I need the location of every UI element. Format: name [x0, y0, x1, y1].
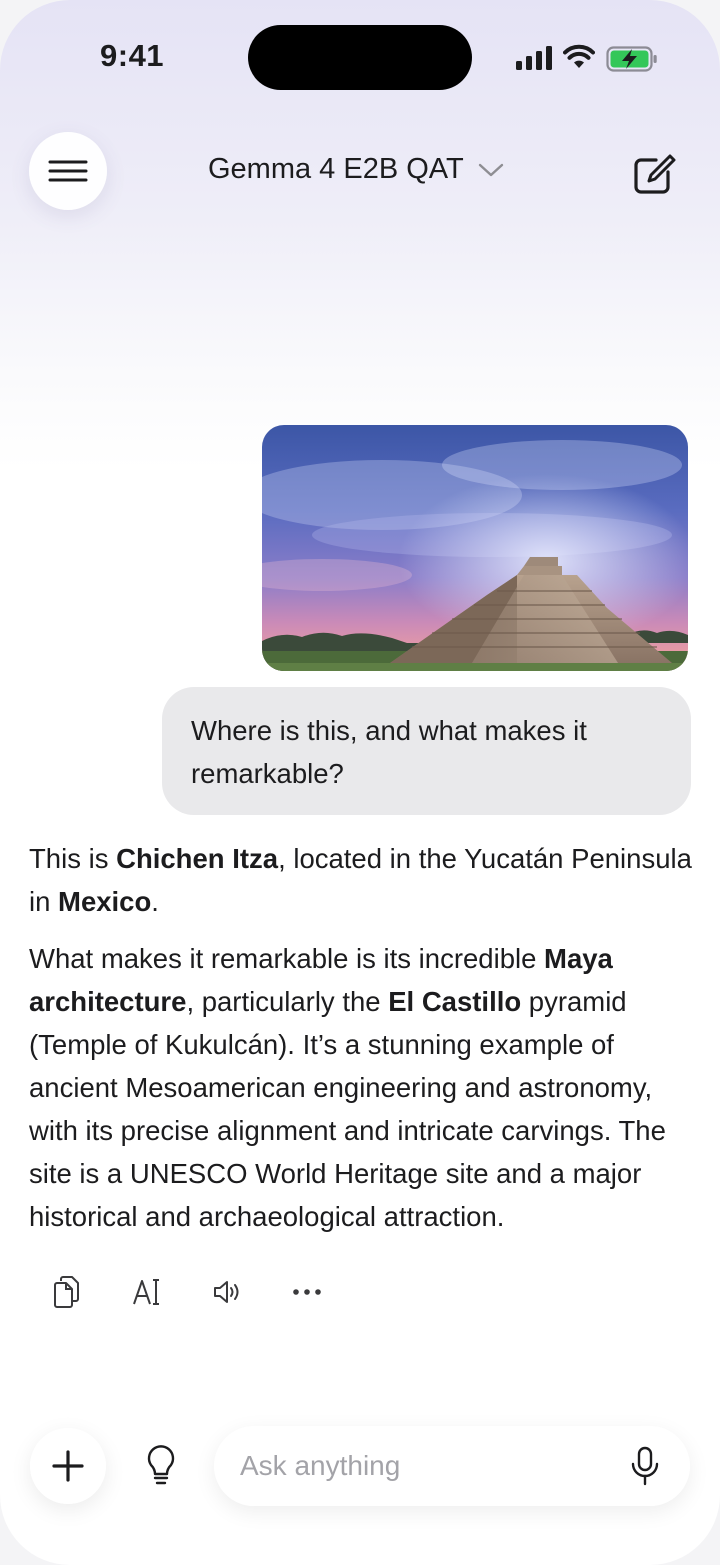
input-placeholder: Ask anything: [240, 1450, 401, 1481]
menu-icon: [48, 160, 88, 182]
text-span: pyramid (Temple of Kukulcán). It’s a stu…: [29, 986, 666, 1232]
text-span: .: [151, 886, 159, 917]
model-selector[interactable]: Gemma 4 E2B QAT: [208, 153, 504, 186]
select-text-icon: [133, 1279, 159, 1305]
bold-span: El Castillo: [388, 986, 522, 1017]
user-message-bubble: Where is this, and what makes it remarka…: [162, 687, 691, 815]
text-span: , particularly the: [186, 986, 389, 1017]
wifi-icon: [563, 44, 595, 68]
text-span: This is: [29, 843, 117, 874]
status-time: 9:41: [100, 38, 165, 73]
message-input[interactable]: Ask anything: [214, 1426, 690, 1506]
read-aloud-button[interactable]: [212, 1273, 292, 1311]
user-uploaded-image[interactable]: [262, 425, 688, 671]
compose-icon[interactable]: [632, 152, 676, 196]
copy-button[interactable]: [52, 1273, 132, 1311]
select-text-button[interactable]: [132, 1273, 212, 1311]
chevron-down-icon: [478, 163, 503, 176]
text-span: What makes it remarkable is its incredib…: [29, 943, 545, 974]
assistant-message: This is Chichen Itza, located in the Yuc…: [29, 837, 699, 1252]
model-name: Gemma 4 E2B QAT: [208, 153, 464, 185]
dynamic-island: [248, 25, 472, 90]
add-attachment-button[interactable]: [30, 1428, 106, 1504]
microphone-icon[interactable]: [630, 1446, 660, 1486]
lightbulb-icon[interactable]: [144, 1444, 178, 1488]
copy-icon: [54, 1276, 79, 1308]
bold-span: Mexico: [58, 886, 152, 917]
more-icon: [293, 1289, 321, 1295]
plus-icon: [52, 1450, 84, 1482]
menu-button[interactable]: [29, 132, 107, 210]
more-button[interactable]: [292, 1273, 372, 1311]
battery-charging-icon: [606, 46, 657, 72]
bold-span: Chichen Itza: [116, 843, 279, 874]
reply-paragraph: This is Chichen Itza, located in the Yuc…: [29, 837, 699, 923]
read-aloud-icon: [214, 1281, 239, 1303]
message-actions: [52, 1273, 372, 1311]
reply-paragraph: What makes it remarkable is its incredib…: [29, 937, 699, 1238]
phone-screen: 9:41 Gemma 4 E2B QAT Where is this, and …: [0, 0, 720, 1565]
cellular-signal-icon: [516, 46, 552, 70]
